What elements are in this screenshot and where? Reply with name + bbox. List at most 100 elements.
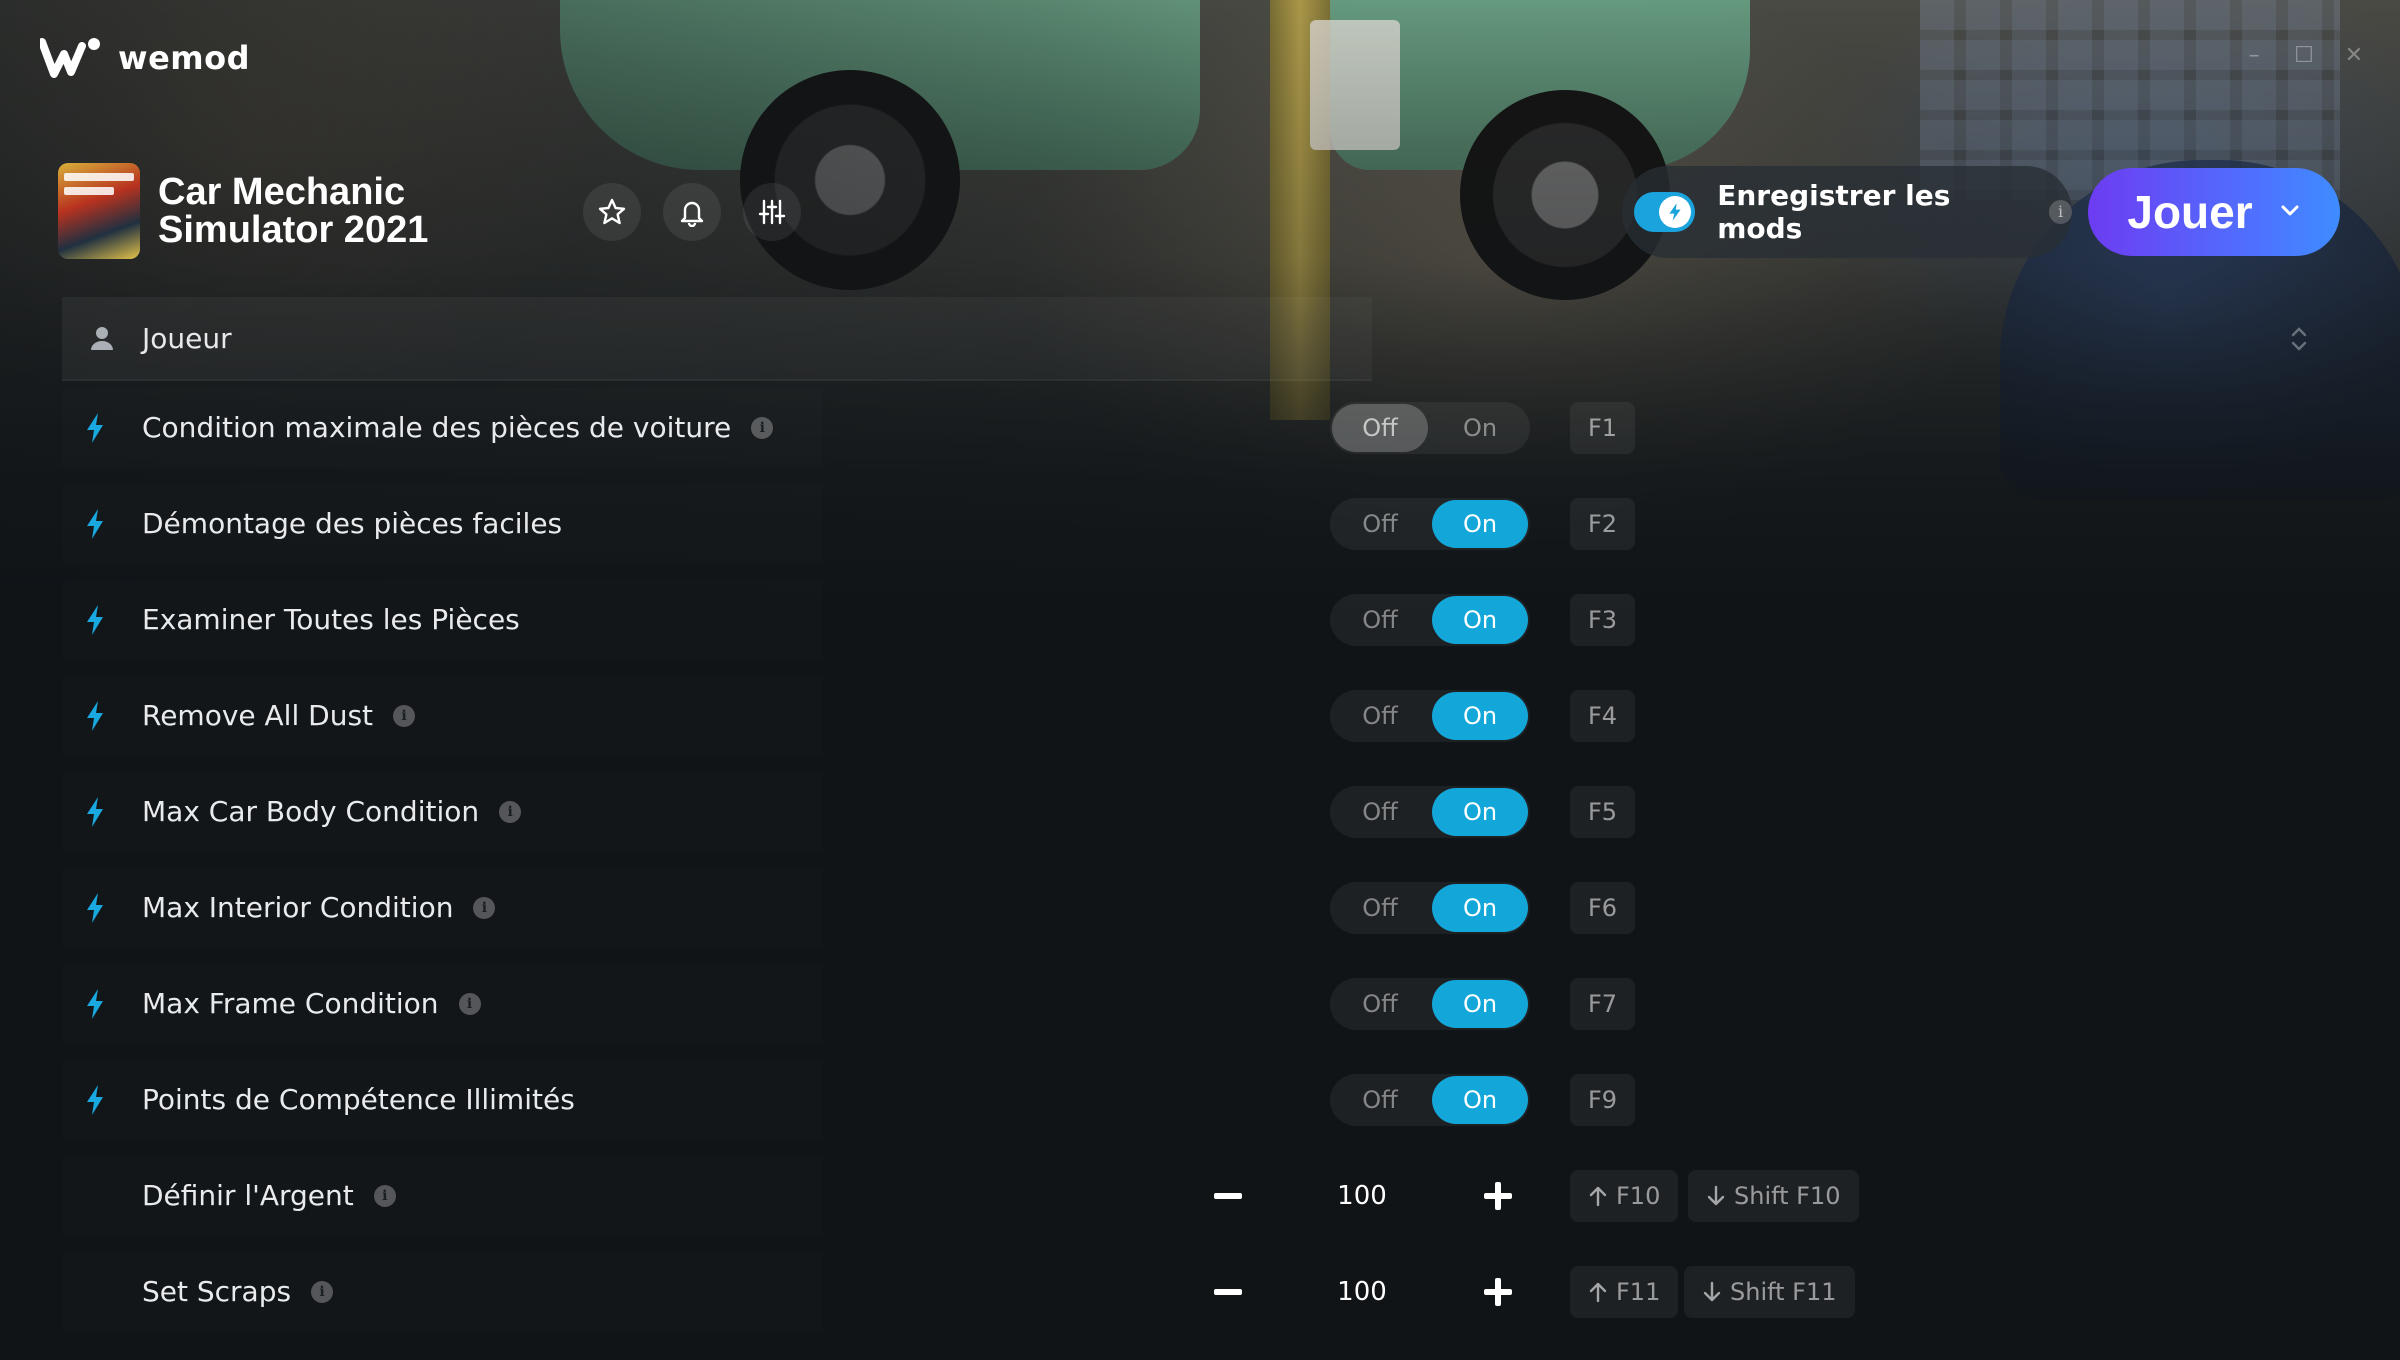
lightning-icon xyxy=(87,797,103,827)
mod-toggle: Off On xyxy=(1330,402,1530,454)
mod-row: Démontage des pièces faciles Off On F2 xyxy=(62,484,1962,564)
record-mods-label: Enregistrer les mods xyxy=(1717,179,1951,245)
toggle-off[interactable]: Off xyxy=(1332,980,1428,1028)
mod-label-wrap: Examiner Toutes les Pièces xyxy=(142,580,520,660)
mod-row: Examiner Toutes les Pièces Off On F3 xyxy=(62,580,1962,660)
hotkey-increase-button[interactable]: F11 xyxy=(1570,1266,1679,1318)
mod-label-wrap: Définir l'Argent i xyxy=(142,1156,396,1236)
game-cover-image xyxy=(58,163,140,259)
toggle-on[interactable]: On xyxy=(1432,884,1528,932)
decrement-button[interactable] xyxy=(1208,1176,1248,1216)
toggle-off[interactable]: Off xyxy=(1332,404,1428,452)
info-icon[interactable]: i xyxy=(751,417,774,439)
hotkey-button[interactable]: F2 xyxy=(1570,498,1636,550)
category-label: Joueur xyxy=(142,321,232,355)
toggle-on[interactable]: On xyxy=(1432,980,1528,1028)
mod-label: Condition maximale des pièces de voiture xyxy=(142,411,732,444)
hotkey-label: F7 xyxy=(1588,990,1618,1018)
lightning-icon xyxy=(87,509,103,539)
decrement-button[interactable] xyxy=(1208,1272,1248,1312)
play-label: Jouer xyxy=(2127,186,2253,238)
mod-label: Définir l'Argent xyxy=(142,1179,354,1212)
bell-icon xyxy=(680,201,704,227)
toggle-off[interactable]: Off xyxy=(1332,500,1428,548)
toggle-off[interactable]: Off xyxy=(1332,788,1428,836)
collapse-icon[interactable] xyxy=(2288,323,2310,353)
mod-label: Set Scraps xyxy=(142,1275,292,1308)
favorite-button[interactable] xyxy=(583,183,641,241)
number-value[interactable]: 100 xyxy=(1292,1156,1432,1236)
info-icon[interactable]: i xyxy=(393,705,416,727)
mod-label-wrap: Condition maximale des pièces de voiture… xyxy=(142,388,774,468)
plus-icon xyxy=(1484,1182,1512,1210)
close-icon[interactable]: ✕ xyxy=(2342,44,2366,68)
toggle-off[interactable]: Off xyxy=(1332,596,1428,644)
increment-button[interactable] xyxy=(1478,1176,1518,1216)
toggle-on[interactable]: On xyxy=(1432,1076,1528,1124)
arrow-up-icon xyxy=(1589,1282,1607,1303)
lightning-icon xyxy=(87,989,103,1019)
toggle-off[interactable]: Off xyxy=(1332,884,1428,932)
mod-label: Remove All Dust xyxy=(142,699,374,732)
mod-toggle: Off On xyxy=(1330,1074,1530,1126)
plus-icon xyxy=(1484,1278,1512,1306)
number-value[interactable]: 100 xyxy=(1292,1252,1432,1332)
increment-button[interactable] xyxy=(1478,1272,1518,1312)
toggle-on[interactable]: On xyxy=(1432,596,1528,644)
hotkey-button[interactable]: F3 xyxy=(1570,594,1636,646)
info-icon[interactable]: i xyxy=(499,801,522,823)
info-icon[interactable]: i xyxy=(458,993,481,1015)
app-logo[interactable]: wemod xyxy=(40,36,250,80)
mod-toggle: Off On xyxy=(1330,786,1530,838)
hotkey-decrease-button[interactable]: Shift F11 xyxy=(1684,1266,1855,1318)
info-icon[interactable]: i xyxy=(2049,200,2072,224)
mod-toggle: Off On xyxy=(1330,594,1530,646)
hotkey-button[interactable]: F4 xyxy=(1570,690,1636,742)
lightning-icon xyxy=(87,701,103,731)
mod-label-wrap: Max Frame Condition i xyxy=(142,964,481,1044)
arrow-up-icon xyxy=(1589,1186,1607,1207)
hotkey-label: F2 xyxy=(1588,510,1618,538)
chevron-down-icon[interactable] xyxy=(2279,199,2301,225)
info-icon[interactable]: i xyxy=(373,1185,396,1207)
toggle-on[interactable]: On xyxy=(1432,788,1528,836)
hotkey-decrease-button[interactable]: Shift F10 xyxy=(1688,1170,1859,1222)
play-button[interactable]: Jouer xyxy=(2088,168,2340,256)
hotkey-button[interactable]: F5 xyxy=(1570,786,1636,838)
mod-label-wrap: Max Interior Condition i xyxy=(142,868,496,948)
mod-row: Définir l'Argent i 100 F10 Shift F10 xyxy=(62,1156,1962,1236)
arrow-down-icon xyxy=(1707,1185,1725,1206)
hotkey-button[interactable]: F7 xyxy=(1570,978,1636,1030)
minimize-icon[interactable]: – xyxy=(2242,44,2266,68)
settings-button[interactable] xyxy=(743,183,801,241)
record-mods-toggle[interactable] xyxy=(1634,192,1696,232)
info-icon[interactable]: i xyxy=(311,1281,334,1303)
category-header-player[interactable]: Joueur xyxy=(62,297,1372,381)
mod-label: Max Interior Condition xyxy=(142,891,454,924)
hotkey-button[interactable]: F1 xyxy=(1570,402,1636,454)
info-icon[interactable]: i xyxy=(473,897,496,919)
hotkey-button[interactable]: F9 xyxy=(1570,1074,1636,1126)
hotkey-button[interactable]: F6 xyxy=(1570,882,1636,934)
lightning-icon xyxy=(87,605,103,635)
cover-art-stripe xyxy=(64,173,134,181)
mod-label: Examiner Toutes les Pièces xyxy=(142,603,520,636)
hotkey-label: Shift F11 xyxy=(1730,1278,1837,1306)
toggle-on[interactable]: On xyxy=(1432,500,1528,548)
toggle-off[interactable]: Off xyxy=(1332,692,1428,740)
lightning-icon xyxy=(87,1085,103,1115)
mod-row: Max Interior Condition i Off On F6 xyxy=(62,868,1962,948)
sliders-icon xyxy=(758,199,786,225)
minus-icon xyxy=(1214,1289,1242,1295)
mod-label-wrap: Max Car Body Condition i xyxy=(142,772,522,852)
star-icon xyxy=(598,198,626,225)
notifications-button[interactable] xyxy=(663,183,721,241)
hotkey-increase-button[interactable]: F10 xyxy=(1570,1170,1679,1222)
toggle-on[interactable]: On xyxy=(1432,404,1528,452)
maximize-icon[interactable]: ☐ xyxy=(2292,44,2316,68)
toggle-off[interactable]: Off xyxy=(1332,1076,1428,1124)
mod-label-wrap: Set Scraps i xyxy=(142,1252,334,1332)
mod-label-wrap: Remove All Dust i xyxy=(142,676,416,756)
mod-toggle: Off On xyxy=(1330,978,1530,1030)
toggle-on[interactable]: On xyxy=(1432,692,1528,740)
